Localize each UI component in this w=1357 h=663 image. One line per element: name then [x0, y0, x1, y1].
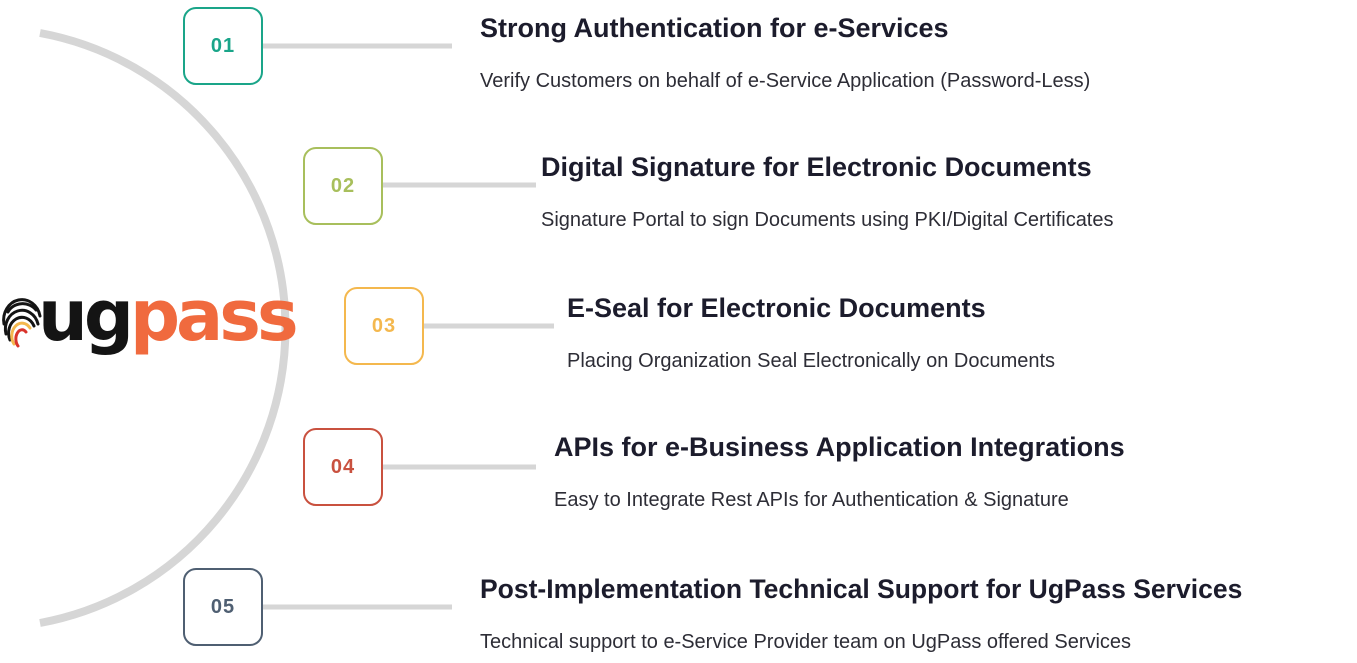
- logo-text-pass: pass: [129, 275, 299, 357]
- item-title-03: E-Seal for Electronic Documents: [567, 293, 986, 323]
- item-title-05: Post-Implementation Technical Support fo…: [480, 574, 1243, 604]
- number-box-03: 03: [344, 287, 424, 365]
- item-description-05: Technical support to e-Service Provider …: [480, 631, 1132, 653]
- item-description-03: Placing Organization Seal Electronically…: [567, 350, 1056, 372]
- item-description-04: Easy to Integrate Rest APIs for Authenti…: [554, 489, 1069, 511]
- number-box-05: 05: [183, 568, 263, 646]
- logo-wordmark: ugpass: [38, 275, 299, 357]
- item-title-02: Digital Signature for Electronic Documen…: [541, 152, 1092, 182]
- item-title-01: Strong Authentication for e-Services: [480, 13, 949, 43]
- item-description-01: Verify Customers on behalf of e-Service …: [480, 70, 1091, 92]
- ugpass-logo: ugpass: [0, 276, 310, 362]
- number-box-01: 01: [183, 7, 263, 85]
- number-box-02: 02: [303, 147, 383, 225]
- logo-text-ug: ug: [38, 275, 134, 357]
- item-description-02: Signature Portal to sign Documents using…: [541, 209, 1114, 231]
- item-title-04: APIs for e-Business Application Integrat…: [554, 432, 1125, 462]
- number-box-04: 04: [303, 428, 383, 506]
